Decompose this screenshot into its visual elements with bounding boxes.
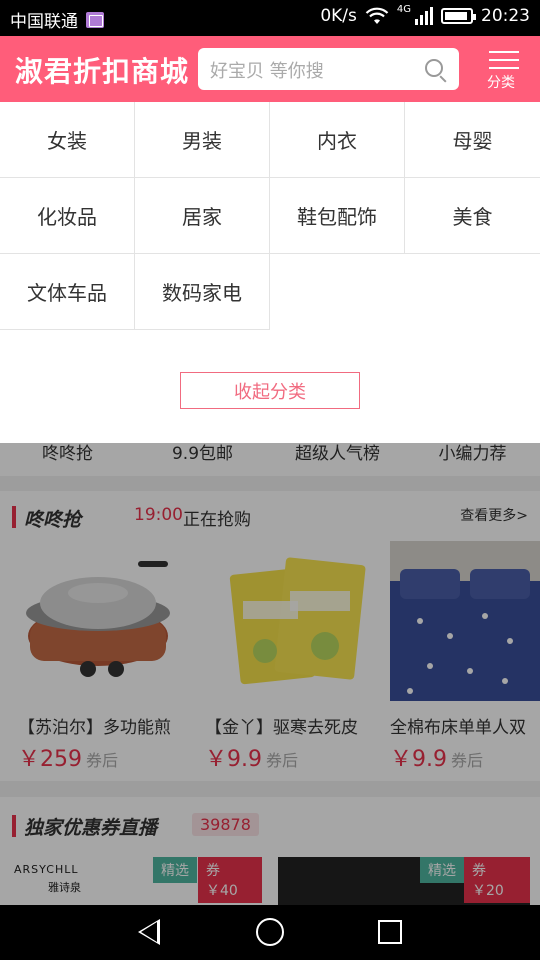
wifi-icon	[365, 7, 389, 24]
battery-icon	[441, 8, 476, 24]
clock: 20:23	[481, 6, 530, 26]
status-right: 0K/s 4G 20:23	[320, 3, 530, 27]
network-speed: 0K/s	[320, 6, 357, 26]
category-panel: 女装 男装 内衣 母婴 化妆品 居家 鞋包配饰 美食 文体车品 数码家电 收起分…	[0, 102, 540, 443]
dim-overlay[interactable]	[0, 443, 540, 905]
recent-apps-icon[interactable]	[378, 920, 402, 944]
menu-list-icon	[489, 51, 519, 71]
category-item[interactable]: 居家	[135, 178, 270, 254]
search-placeholder: 好宝贝 等你搜	[210, 61, 324, 82]
system-nav-bar	[0, 905, 540, 960]
category-item[interactable]: 美食	[405, 178, 540, 254]
search-icon[interactable]	[425, 59, 443, 77]
back-icon[interactable]	[138, 919, 160, 945]
search-box[interactable]: 好宝贝 等你搜	[198, 48, 459, 90]
gallery-notification-icon	[86, 11, 104, 28]
category-item[interactable]: 女装	[0, 102, 135, 178]
category-item[interactable]: 鞋包配饰	[270, 178, 405, 254]
category-item[interactable]: 文体车品	[0, 254, 135, 330]
category-item[interactable]: 男装	[135, 102, 270, 178]
signal-icon	[415, 7, 433, 25]
category-item[interactable]: 内衣	[270, 102, 405, 178]
network-type: 4G	[396, 3, 411, 15]
category-item[interactable]: 数码家电	[135, 254, 270, 330]
brand-title: 淑君折扣商城	[15, 55, 190, 88]
category-button[interactable]: 分类	[470, 36, 540, 102]
category-item[interactable]: 化妆品	[0, 178, 135, 254]
category-button-label: 分类	[487, 75, 515, 91]
home-icon[interactable]	[256, 918, 284, 946]
carrier-label: 中国联通	[10, 12, 78, 32]
app-header: 淑君折扣商城 好宝贝 等你搜 分类	[0, 36, 540, 102]
category-item[interactable]: 母婴	[405, 102, 540, 178]
collapse-categories-button[interactable]: 收起分类	[180, 372, 360, 409]
status-left: 中国联通	[10, 7, 104, 32]
status-bar: 中国联通 0K/s 4G 20:23	[0, 0, 540, 36]
